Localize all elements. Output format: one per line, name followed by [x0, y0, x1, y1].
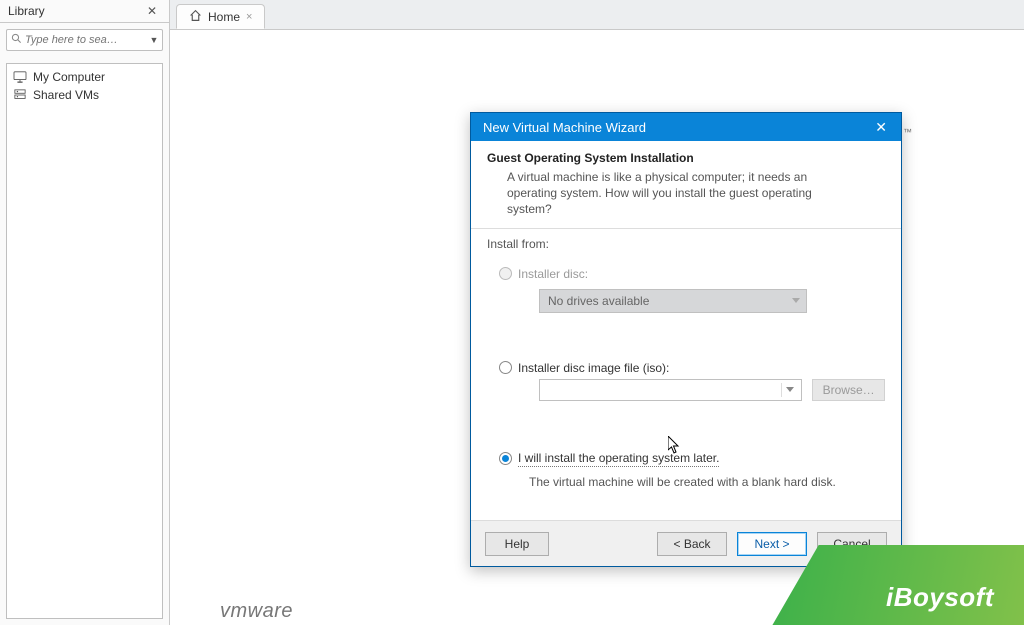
disc-dropdown-value: No drives available	[548, 294, 649, 308]
installer-disc-label: Installer disc:	[518, 267, 588, 281]
tree-item-my-computer[interactable]: My Computer	[13, 68, 156, 86]
install-from-label: Install from:	[487, 237, 885, 251]
server-icon	[13, 89, 27, 101]
vmware-logo: vmware	[220, 600, 293, 623]
tree-item-shared-vms[interactable]: Shared VMs	[13, 86, 156, 104]
tree-item-label: Shared VMs	[33, 88, 99, 102]
option-install-later[interactable]: I will install the operating system late…	[499, 451, 885, 489]
step-description: A virtual machine is like a physical com…	[507, 169, 855, 218]
back-button[interactable]: < Back	[657, 532, 727, 556]
step-title: Guest Operating System Installation	[487, 151, 885, 165]
dialog-close-icon[interactable]: ✕	[869, 119, 893, 136]
iboysoft-text: iBoysoft	[886, 582, 994, 613]
search-icon	[7, 33, 25, 47]
new-vm-wizard-dialog: New Virtual Machine Wizard ✕ Guest Opera…	[470, 112, 902, 567]
tab-close-icon[interactable]: ×	[246, 11, 252, 23]
search-input[interactable]	[25, 34, 146, 46]
disc-dropdown: No drives available	[539, 289, 807, 313]
install-later-label: I will install the operating system late…	[518, 451, 719, 467]
chevron-down-icon	[792, 298, 800, 303]
library-tree: My Computer Shared VMs	[6, 63, 163, 619]
dialog-body: Guest Operating System Installation A vi…	[471, 141, 901, 520]
trademark-text: ™	[903, 127, 912, 137]
iso-label: Installer disc image file (iso):	[518, 361, 669, 375]
radio-installer-disc	[499, 267, 512, 280]
install-later-note: The virtual machine will be created with…	[529, 475, 885, 489]
iboysoft-watermark: iBoysoft	[724, 535, 1024, 625]
option-installer-disc: Installer disc: No drives available	[499, 267, 885, 323]
library-sidebar: Library ✕ ▼ My Computer Shared VMs	[0, 0, 170, 625]
option-iso[interactable]: Installer disc image file (iso): Browse…	[499, 361, 885, 417]
browse-button: Browse…	[812, 379, 885, 401]
divider	[471, 228, 901, 229]
tab-label: Home	[208, 10, 240, 24]
tab-bar: Home ×	[170, 0, 1024, 30]
radio-iso[interactable]	[499, 361, 512, 374]
monitor-icon	[13, 71, 27, 83]
main-area: Home × Connect to a Remote Server	[170, 0, 1024, 625]
sidebar-header: Library ✕	[0, 0, 169, 23]
home-icon	[189, 9, 202, 25]
tab-home[interactable]: Home ×	[176, 4, 265, 29]
help-button[interactable]: Help	[485, 532, 549, 556]
sidebar-close-icon[interactable]: ✕	[143, 4, 161, 18]
search-dropdown-icon[interactable]: ▼	[146, 35, 162, 45]
iso-path-dropdown[interactable]	[539, 379, 802, 401]
dialog-titlebar[interactable]: New Virtual Machine Wizard ✕	[471, 113, 901, 141]
tree-item-label: My Computer	[33, 70, 105, 84]
dialog-title: New Virtual Machine Wizard	[483, 120, 646, 135]
sidebar-search[interactable]: ▼	[6, 29, 163, 51]
radio-install-later[interactable]	[499, 452, 512, 465]
sidebar-title: Library	[8, 4, 45, 18]
home-page: Connect to a Remote Server ™ New Virtual…	[170, 30, 1024, 625]
chevron-down-icon[interactable]	[781, 383, 797, 397]
